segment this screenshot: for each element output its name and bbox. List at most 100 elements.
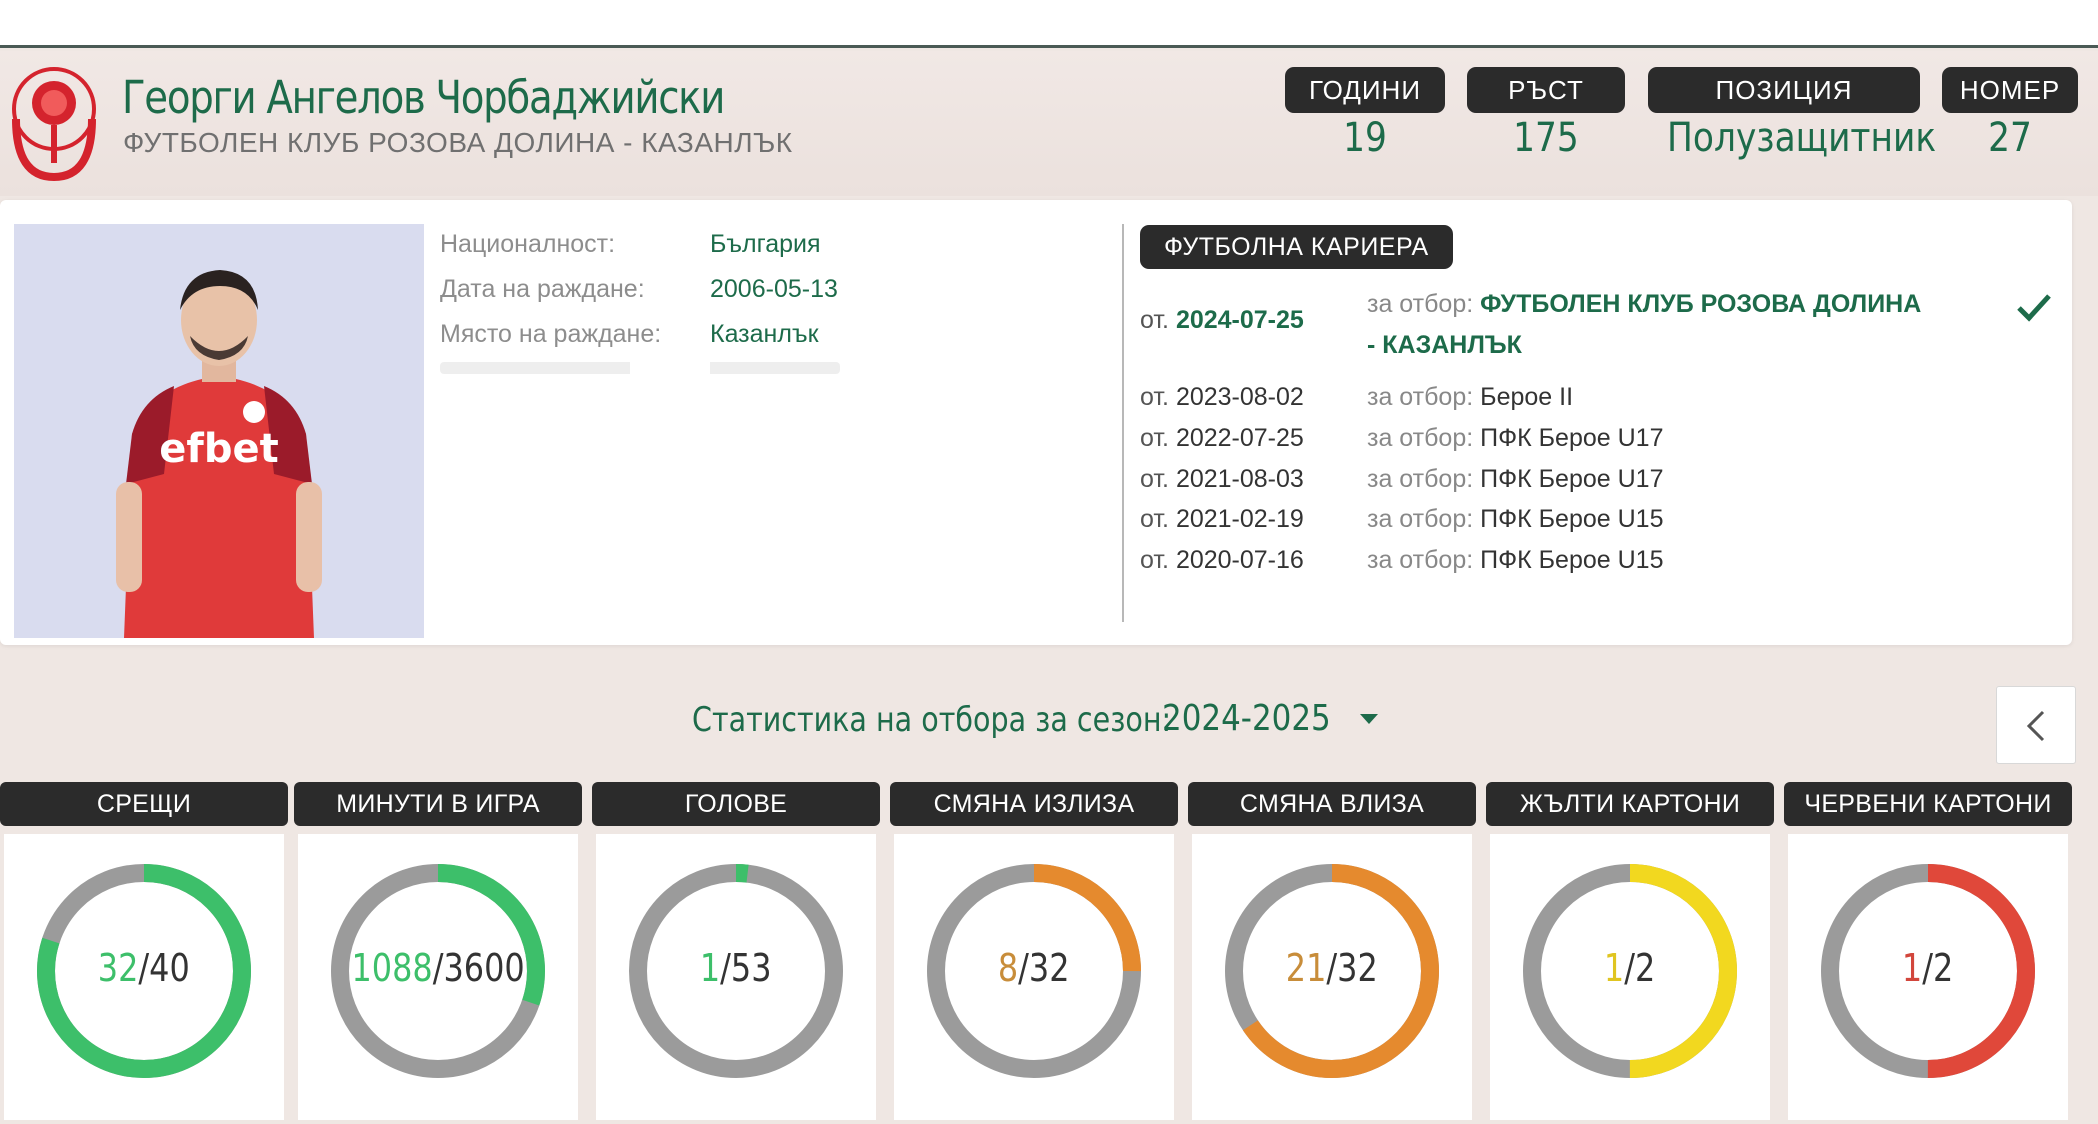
season-dropdown[interactable]: 2024-2025 bbox=[1162, 698, 1379, 739]
stat-value: 32/40 bbox=[4, 946, 284, 990]
stat-value: 1/53 bbox=[596, 946, 876, 990]
stat-card: СМЯНА ВЛИЗА 21/32 bbox=[1188, 782, 1476, 1120]
stat-body: 1088/3600 bbox=[298, 834, 578, 1120]
stat-value-current: 1 bbox=[1604, 946, 1625, 990]
stat-number: НОМЕР 27 bbox=[1942, 67, 2078, 161]
career-entry: от. 2021-02-19 за отбор: ПФК Берое U15 bbox=[1140, 494, 2060, 535]
stat-value-current: 21 bbox=[1285, 946, 1327, 990]
stat-value-total: /40 bbox=[138, 946, 190, 990]
stat-card: ГОЛОВЕ 1/53 bbox=[592, 782, 880, 1120]
stat-label: СМЯНА ВЛИЗА bbox=[1188, 782, 1476, 826]
stat-card: СРЕЩИ 32/40 bbox=[0, 782, 288, 1120]
team-label: за отбор: bbox=[1367, 383, 1474, 411]
stat-card: ЖЪЛТИ КАРТОНИ 1/2 bbox=[1486, 782, 1774, 1120]
from-label: от. bbox=[1140, 465, 1169, 493]
club-name: ФУТБОЛЕН КЛУБ РОЗОВА ДОЛИНА - КАЗАНЛЪК bbox=[123, 127, 793, 158]
career-date: 2020-07-16 bbox=[1175, 546, 1304, 574]
stat-value: 1/2 bbox=[1490, 946, 1770, 990]
stat-value-total: /32 bbox=[1326, 946, 1378, 990]
from-label: от. bbox=[1140, 306, 1169, 334]
stat-card: ЧЕРВЕНИ КАРТОНИ 1/2 bbox=[1784, 782, 2072, 1120]
stat-value: 1/2 bbox=[1788, 946, 2068, 990]
team-label: за отбор: bbox=[1367, 290, 1474, 318]
career-entry: от. 2023-08-02 за отбор: Берое II bbox=[1140, 372, 2060, 413]
stat-label: ГОЛОВЕ bbox=[592, 782, 880, 826]
career-date: 2021-02-19 bbox=[1175, 505, 1304, 533]
stat-body: 1/2 bbox=[1788, 834, 2068, 1120]
career-team: Берое II bbox=[1480, 383, 1574, 411]
top-strip bbox=[0, 0, 2098, 48]
stat-value: 1088/3600 bbox=[298, 946, 578, 990]
stat-value-current: 1088 bbox=[351, 946, 433, 990]
career-button[interactable]: ФУТБОЛНА КАРИЕРА bbox=[1140, 225, 1453, 269]
stat-value-total: /3600 bbox=[432, 946, 525, 990]
career-entry: от. 2020-07-16 за отбор: ПФК Берое U15 bbox=[1140, 535, 2060, 576]
stat-label: ЧЕРВЕНИ КАРТОНИ bbox=[1784, 782, 2072, 826]
career-entry: от. 2021-08-03 за отбор: ПФК Берое U17 bbox=[1140, 454, 2060, 494]
season-label: Статистика на отбора за сезон: bbox=[692, 700, 1172, 740]
stat-position-value: Полузащитник bbox=[1667, 115, 1937, 161]
club-logo-icon bbox=[12, 67, 96, 182]
info-key: Дата на раждане: bbox=[440, 275, 645, 303]
stat-body: 1/53 bbox=[596, 834, 876, 1120]
player-name: Георги Ангелов Чорбаджийски bbox=[122, 71, 725, 124]
career-date: 2021-08-03 bbox=[1175, 465, 1304, 493]
stat-height-value: 175 bbox=[1513, 115, 1579, 161]
from-label: от. bbox=[1140, 546, 1169, 574]
info-value: България bbox=[710, 230, 821, 258]
stat-height-label: РЪСТ bbox=[1467, 67, 1625, 113]
info-row: Дата на раждане: 2006-05-13 bbox=[440, 275, 838, 320]
from-label: от. bbox=[1140, 424, 1169, 452]
stat-age: ГОДИНИ 19 bbox=[1285, 67, 1445, 161]
stat-value-total: /53 bbox=[720, 946, 772, 990]
stat-value-total: /2 bbox=[1624, 946, 1656, 990]
stat-height: РЪСТ 175 bbox=[1467, 67, 1625, 161]
stat-value-total: /32 bbox=[1018, 946, 1070, 990]
stat-body: 8/32 bbox=[894, 834, 1174, 1120]
player-photo-icon: efbet bbox=[14, 224, 424, 638]
stat-value: 21/32 bbox=[1192, 946, 1472, 990]
stat-value-total: /2 bbox=[1922, 946, 1954, 990]
stat-body: 21/32 bbox=[1192, 834, 1472, 1120]
season-selector: Статистика на отбора за сезон: 2024-2025 bbox=[692, 698, 1379, 740]
team-label: за отбор: bbox=[1367, 505, 1474, 533]
career-date: 2024-07-25 bbox=[1175, 306, 1304, 334]
career-team: ПФК Берое U17 bbox=[1480, 424, 1664, 452]
career-team: ПФК Берое U17 bbox=[1480, 465, 1664, 493]
stat-card: СМЯНА ИЗЛИЗА 8/32 bbox=[890, 782, 1178, 1120]
prev-button[interactable] bbox=[1996, 686, 2076, 764]
stat-label: СРЕЩИ bbox=[0, 782, 288, 826]
stat-label: МИНУТИ В ИГРА bbox=[294, 782, 582, 826]
stat-value-current: 32 bbox=[97, 946, 139, 990]
stat-label: СМЯНА ИЗЛИЗА bbox=[890, 782, 1178, 826]
career-entry-current: от. 2024-07-25 за отбор: ФУТБОЛЕН КЛУБ Р… bbox=[1140, 290, 2060, 372]
info-key: Националност: bbox=[440, 230, 616, 258]
stat-age-label: ГОДИНИ bbox=[1285, 67, 1445, 113]
stat-value-current: 8 bbox=[998, 946, 1019, 990]
from-label: от. bbox=[1140, 505, 1169, 533]
player-photo: efbet bbox=[14, 224, 424, 638]
info-row: Място на раждане: Казанлък bbox=[440, 320, 838, 365]
player-header: Георги Ангелов Чорбаджийски ФУТБОЛЕН КЛУ… bbox=[0, 51, 2098, 196]
career-date: 2023-08-02 bbox=[1175, 383, 1304, 411]
player-info: Националност: България Дата на раждане: … bbox=[440, 230, 838, 365]
stat-value: 8/32 bbox=[894, 946, 1174, 990]
divider bbox=[1122, 224, 1124, 622]
team-label: за отбор: bbox=[1367, 546, 1474, 574]
from-label: от. bbox=[1140, 383, 1169, 411]
chevron-left-icon bbox=[2026, 710, 2045, 742]
career-team: ПФК Берое U15 bbox=[1480, 505, 1664, 533]
stat-position: ПОЗИЦИЯ Полузащитник bbox=[1648, 67, 1937, 161]
info-row: Националност: България bbox=[440, 230, 838, 275]
stat-value-current: 1 bbox=[700, 946, 721, 990]
stat-age-value: 19 bbox=[1343, 115, 1387, 161]
check-icon bbox=[2017, 294, 2051, 322]
caret-down-icon bbox=[1360, 713, 1379, 724]
stat-body: 1/2 bbox=[1490, 834, 1770, 1120]
career-entry: от. 2022-07-25 за отбор: ПФК Берое U17 bbox=[1140, 413, 2060, 454]
career-team: ПФК Берое U15 bbox=[1480, 546, 1664, 574]
team-label: за отбор: bbox=[1367, 465, 1474, 493]
stat-number-label: НОМЕР bbox=[1942, 67, 2078, 113]
stat-card: МИНУТИ В ИГРА 1088/3600 bbox=[294, 782, 582, 1120]
info-row-faded bbox=[440, 362, 840, 374]
